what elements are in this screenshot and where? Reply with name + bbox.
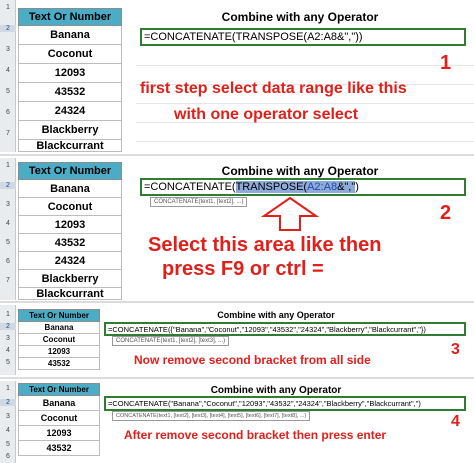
- function-tooltip: CONCATENATE(text1, [text2], [text3], [te…: [112, 411, 311, 421]
- data-cell[interactable]: Blackcurrant: [18, 288, 122, 300]
- row-number[interactable]: 5: [0, 359, 16, 366]
- step-number: 3: [451, 341, 460, 358]
- formula-cell[interactable]: =CONCATENATE({"Banana","Coconut","12093"…: [104, 322, 466, 336]
- data-cell[interactable]: Banana: [18, 26, 122, 45]
- instruction-text: first step select data range like this: [140, 80, 407, 97]
- data-cell[interactable]: 43532: [18, 83, 122, 102]
- panel-divider: [0, 154, 474, 156]
- arrow-up-icon: [260, 196, 320, 231]
- row-number[interactable]: 4: [0, 67, 16, 74]
- gridline: [136, 65, 474, 66]
- data-cell[interactable]: Blackcurrant: [18, 140, 122, 152]
- result-column-title[interactable]: Combine with any Operator: [140, 10, 460, 24]
- row-number[interactable]: 5: [0, 441, 16, 448]
- row-number[interactable]: 2: [0, 399, 16, 406]
- step-number: 2: [440, 202, 452, 224]
- formula-text: =CONCATENATE(: [144, 181, 236, 193]
- data-cell[interactable]: 12093: [18, 64, 122, 83]
- instruction-text: After remove second bracket then press e…: [124, 428, 387, 442]
- formula-cell[interactable]: =CONCATENATE(TRANSPOSE(A2:A8&",")): [140, 28, 466, 46]
- row-headers: 1 2 3 4 5 6 7: [0, 158, 16, 300]
- result-column-title[interactable]: Combine with any Operator: [106, 385, 446, 396]
- row-number[interactable]: 3: [0, 413, 16, 420]
- column-header-cell[interactable]: Text Or Number: [18, 383, 100, 396]
- data-cell[interactable]: Blackberry: [18, 121, 122, 140]
- row-headers: 1 2 3 4 5 6 7: [0, 0, 16, 152]
- data-cell[interactable]: 12093: [18, 216, 122, 234]
- gridline: [136, 141, 474, 142]
- row-number[interactable]: 1: [0, 162, 16, 169]
- data-cell[interactable]: 43532: [18, 358, 100, 370]
- function-tooltip: CONCATENATE(text1, [text2], [text3], ...…: [112, 336, 230, 346]
- row-number[interactable]: 3: [0, 335, 16, 342]
- row-headers: 1 2 3 4 5: [0, 305, 16, 375]
- column-header-cell[interactable]: Text Or Number: [18, 162, 122, 180]
- data-cell[interactable]: 12093: [18, 426, 100, 441]
- data-cell[interactable]: Banana: [18, 180, 122, 198]
- formula-cell[interactable]: =CONCATENATE(TRANSPOSE(A2:A8&","): [140, 178, 466, 196]
- gridline: [136, 103, 474, 104]
- row-number[interactable]: 1: [0, 4, 16, 11]
- row-number[interactable]: 4: [0, 347, 16, 354]
- data-cell[interactable]: Coconut: [18, 411, 100, 426]
- row-number[interactable]: 2: [0, 323, 16, 330]
- function-tooltip: CONCATENATE(text1, [text2], ...): [150, 197, 248, 207]
- row-number[interactable]: 6: [0, 109, 16, 116]
- range-reference[interactable]: A2:A8: [307, 181, 338, 193]
- row-number[interactable]: 1: [0, 385, 16, 392]
- row-number[interactable]: 4: [0, 427, 16, 434]
- row-headers: 1 2 3 4 5 6: [0, 381, 16, 463]
- row-number[interactable]: 7: [0, 130, 16, 137]
- formula-cell[interactable]: =CONCATENATE("Banana","Coconut","12093",…: [104, 396, 466, 411]
- row-number[interactable]: 3: [0, 201, 16, 208]
- result-column-title[interactable]: Combine with any Operator: [140, 164, 460, 178]
- row-number[interactable]: 5: [0, 88, 16, 95]
- data-cell[interactable]: Banana: [18, 322, 100, 334]
- row-number[interactable]: 3: [0, 46, 16, 53]
- data-cell[interactable]: Coconut: [18, 198, 122, 216]
- data-cell[interactable]: Banana: [18, 396, 100, 411]
- formula-selection[interactable]: &",": [337, 181, 356, 193]
- instruction-text: with one operator select: [174, 106, 359, 123]
- data-cell[interactable]: 12093: [18, 346, 100, 358]
- formula-selection[interactable]: TRANSPOSE(: [235, 181, 308, 193]
- panel-divider: [0, 377, 474, 379]
- instruction-text: Now remove second bracket from all side: [134, 353, 371, 367]
- instruction-text: press F9 or ctrl =: [162, 258, 324, 280]
- row-number[interactable]: 1: [0, 311, 16, 318]
- result-column-title[interactable]: Combine with any Operator: [106, 310, 446, 320]
- data-cell[interactable]: 43532: [18, 441, 100, 456]
- instruction-text: Select this area like then: [148, 234, 382, 256]
- panel-step-1: 1 2 3 4 5 6 7 Text Or Number Banana Coco…: [0, 0, 474, 152]
- step-number: 4: [451, 413, 460, 430]
- row-number[interactable]: 5: [0, 239, 16, 246]
- data-cell[interactable]: 24324: [18, 102, 122, 121]
- row-number[interactable]: 6: [0, 258, 16, 265]
- panel-divider: [0, 301, 474, 303]
- panel-step-4: 1 2 3 4 5 6 Text Or Number Banana Coconu…: [0, 381, 474, 463]
- data-cell[interactable]: Coconut: [18, 334, 100, 346]
- row-number[interactable]: 7: [0, 277, 16, 284]
- row-number[interactable]: 2: [0, 182, 16, 189]
- formula-text: ): [355, 181, 359, 193]
- data-cell[interactable]: 43532: [18, 234, 122, 252]
- column-header-cell[interactable]: Text Or Number: [18, 8, 122, 26]
- row-number[interactable]: 6: [0, 453, 16, 460]
- data-cell[interactable]: 24324: [18, 252, 122, 270]
- row-number[interactable]: 2: [0, 25, 16, 32]
- data-cell[interactable]: Blackberry: [18, 270, 122, 288]
- row-number[interactable]: 4: [0, 220, 16, 227]
- data-cell[interactable]: Coconut: [18, 45, 122, 64]
- panel-step-3: 1 2 3 4 5 Text Or Number Banana Coconut …: [0, 305, 474, 375]
- column-header-cell[interactable]: Text Or Number: [18, 309, 100, 322]
- panel-step-2: 1 2 3 4 5 6 7 Text Or Number Banana Coco…: [0, 158, 474, 300]
- step-number: 1: [440, 52, 452, 74]
